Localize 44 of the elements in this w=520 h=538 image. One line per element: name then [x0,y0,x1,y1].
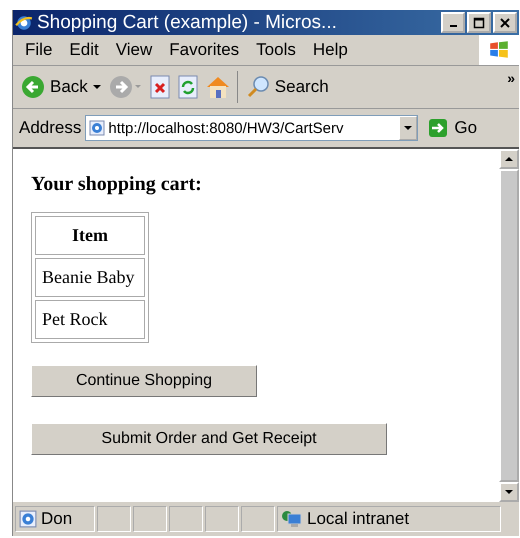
column-header: Item [35,216,145,255]
browser-icon [15,14,33,32]
page-heading: Your shopping cart: [31,173,203,196]
form-button[interactable]: Continue Shopping [31,365,257,397]
stop-icon[interactable] [148,75,171,99]
caret-icon [92,83,101,91]
address-field[interactable]: http://localhost:8080/HW3/CartServ [85,115,418,141]
table-cell: Pet Rock [35,300,145,339]
status-pane [205,506,239,532]
close-icon [499,16,511,28]
status-pane [241,506,275,532]
status-text: Don [41,509,72,529]
close-button[interactable] [493,12,517,33]
status-pane [133,506,167,532]
scroll-down-icon[interactable] [505,488,513,496]
menu-item[interactable]: Favorites [169,40,240,60]
maximize-button[interactable] [467,12,491,33]
page-icon [19,510,37,528]
search-icon [246,75,270,99]
status-pane [169,506,203,532]
address-label: Address [19,118,82,138]
menu-item[interactable]: Edit [69,40,99,60]
security-zone: Local intranet [307,509,410,529]
refresh-icon[interactable] [176,75,199,99]
menu-item[interactable]: File [25,40,52,60]
minimize-button[interactable] [441,12,465,33]
back-button[interactable]: Back [19,75,103,99]
menu-item[interactable]: Help [312,40,348,60]
search-button[interactable]: Search [244,75,331,99]
form-button[interactable]: Submit Order and Get Receipt [31,423,387,455]
menu-item[interactable]: Tools [256,40,296,60]
network-computer-icon [281,510,303,528]
status-pane [97,506,131,532]
page-icon [89,120,106,136]
scrollbar[interactable] [499,149,519,502]
scroll-up-icon[interactable] [505,155,513,163]
home-icon[interactable] [204,75,231,99]
menu-item[interactable]: View [116,40,152,60]
go-button[interactable]: Go [422,118,484,138]
window-title: Shopping Cart (example) - Micros... [37,12,338,34]
more-chevron[interactable]: » [507,70,515,86]
maximize-icon [473,16,485,28]
table-cell: Beanie Baby [35,258,145,297]
minimize-icon [450,24,456,26]
